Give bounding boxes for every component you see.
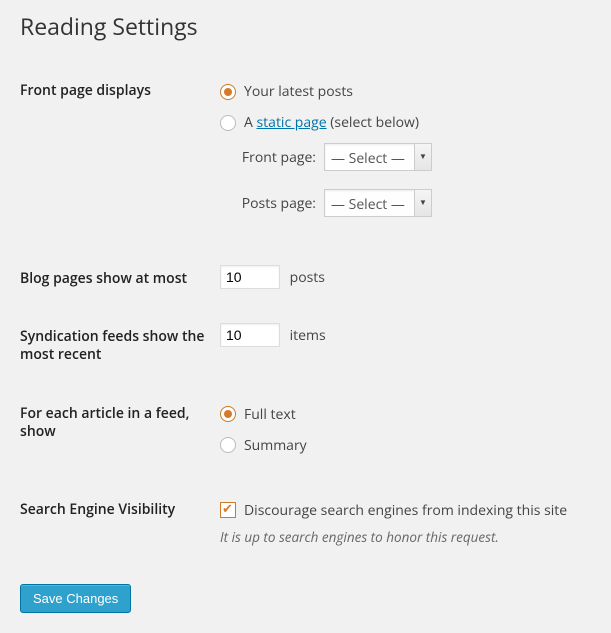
radio-summary-label: Summary (244, 435, 307, 456)
syndication-input[interactable] (220, 323, 280, 347)
syndication-suffix: items (290, 326, 326, 345)
radio-summary[interactable] (220, 437, 236, 453)
search-engine-description: It is up to search engines to honor this… (220, 527, 581, 547)
feed-article-heading: For each article in a feed, show (20, 385, 220, 481)
front-page-heading: Front page displays (20, 62, 220, 250)
radio-latest-posts[interactable] (220, 84, 236, 100)
chevron-down-icon: ▼ (414, 190, 431, 216)
settings-form: Front page displays Your latest posts A … (20, 62, 591, 562)
radio-latest-posts-label: Your latest posts (244, 81, 353, 102)
radio-static-page[interactable] (220, 115, 236, 131)
blog-pages-input[interactable] (220, 265, 280, 289)
search-engine-heading: Search Engine Visibility (20, 481, 220, 562)
blog-pages-heading: Blog pages show at most (20, 250, 220, 308)
static-suffix: (select below) (327, 113, 419, 132)
static-page-link[interactable]: static page (257, 113, 327, 132)
radio-full-text[interactable] (220, 406, 236, 422)
syndication-heading: Syndication feeds show the most recent (20, 308, 220, 384)
posts-page-select-value: — Select — (331, 194, 405, 215)
radio-static-page-label: A static page (select below) (244, 112, 419, 133)
chevron-down-icon: ▼ (414, 144, 431, 170)
checkbox-discourage-search[interactable] (220, 502, 236, 518)
front-page-select-label: Front page: (236, 147, 316, 168)
radio-full-text-label: Full text (244, 404, 296, 425)
posts-page-select[interactable]: — Select — ▼ (324, 189, 432, 217)
front-page-select-value: — Select — (331, 148, 405, 169)
static-prefix: A (244, 113, 257, 132)
save-changes-button[interactable]: Save Changes (20, 584, 131, 613)
posts-page-select-label: Posts page: (236, 193, 316, 214)
checkbox-discourage-search-label: Discourage search engines from indexing … (244, 500, 567, 521)
blog-pages-suffix: posts (290, 268, 325, 287)
front-page-select[interactable]: — Select — ▼ (324, 143, 432, 171)
page-title: Reading Settings (20, 10, 591, 42)
